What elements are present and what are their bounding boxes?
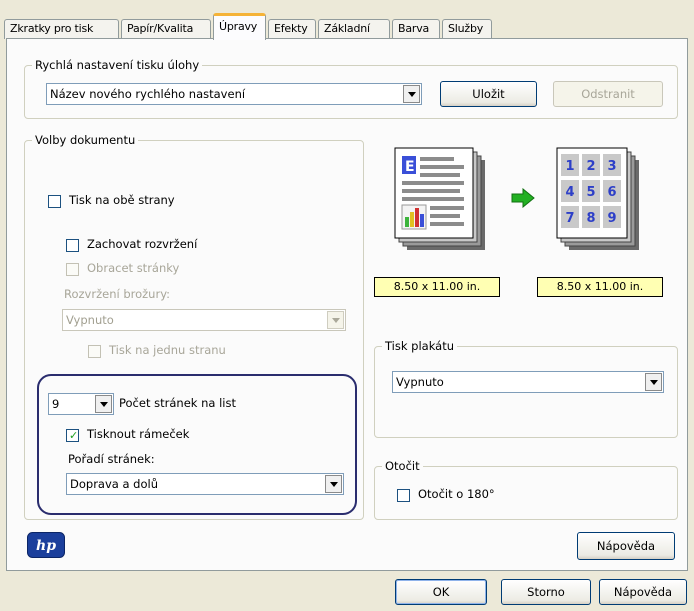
- tab-basics[interactable]: Základní: [318, 19, 390, 39]
- poster-combo[interactable]: Vypnuto: [392, 371, 664, 393]
- source-page-preview: E: [394, 147, 485, 250]
- source-size-label: 8.50 x 11.00 in.: [374, 277, 500, 297]
- booklet-layout-label: Rozvržení brožury:: [64, 287, 171, 301]
- tab-paper-quality[interactable]: Papír/Kvalita: [121, 19, 211, 39]
- grid-number: 4: [565, 185, 574, 200]
- grid-number: 5: [586, 185, 595, 200]
- grid-number: 6: [607, 185, 616, 200]
- chevron-down-icon[interactable]: [325, 475, 342, 493]
- page-order-label: Pořadí stránek:: [68, 452, 155, 466]
- print-border-checkbox[interactable]: ✓: [66, 429, 79, 442]
- grid-number: 9: [607, 211, 616, 226]
- poster-legend: Tisk plakátu: [382, 339, 458, 353]
- chevron-down-icon[interactable]: [645, 373, 662, 391]
- print-one-side-checkbox[interactable]: [88, 345, 101, 358]
- booklet-layout-value: Vypnuto: [66, 313, 114, 327]
- tab-finishing[interactable]: Úpravy: [213, 13, 266, 40]
- target-page-preview: 1 2 3 4 5 6 7 8 9: [556, 147, 639, 250]
- quick-settings-legend: Rychlá nastavení tisku úlohy: [32, 58, 203, 72]
- quick-settings-value: Název nového rychlého nastavení: [50, 87, 246, 101]
- save-button[interactable]: Uložit: [440, 81, 537, 107]
- print-border-label: Tisknout rámeček: [87, 427, 190, 441]
- delete-button[interactable]: Odstranit: [553, 81, 663, 107]
- page-order-combo[interactable]: Doprava a dolů: [66, 473, 344, 495]
- tab-effects[interactable]: Efekty: [268, 19, 316, 39]
- tab-color[interactable]: Barva: [392, 19, 440, 39]
- keep-layout-checkbox[interactable]: [66, 239, 79, 252]
- chevron-down-icon[interactable]: [403, 85, 420, 103]
- ok-button[interactable]: OK: [395, 579, 487, 605]
- tab-services[interactable]: Služby: [442, 19, 492, 39]
- rotate-checkbox[interactable]: [397, 489, 410, 502]
- pages-per-sheet-combo[interactable]: 9: [48, 393, 114, 415]
- grid-number: 7: [565, 211, 574, 226]
- booklet-layout-combo[interactable]: Vypnuto: [62, 309, 346, 331]
- print-one-side-label: Tisk na jednu stranu: [109, 343, 226, 357]
- pages-per-sheet-label: Počet stránek na list: [119, 396, 236, 410]
- pages-per-sheet-value: 9: [52, 397, 60, 411]
- duplex-label: Tisk na obě strany: [69, 193, 175, 207]
- nine-up-grid: 1 2 3 4 5 6 7 8 9: [561, 154, 621, 228]
- flip-pages-label: Obracet stránky: [87, 261, 180, 275]
- quick-settings-combo[interactable]: Název nového rychlého nastavení: [46, 83, 422, 105]
- chevron-down-icon[interactable]: [95, 395, 112, 413]
- grid-number: 2: [586, 159, 595, 174]
- green-right-arrow-icon: [511, 188, 535, 208]
- target-size-label: 8.50 x 11.00 in.: [537, 277, 663, 297]
- hp-logo-icon: hp: [27, 532, 65, 558]
- panel-help-button[interactable]: Nápověda: [577, 532, 675, 560]
- keep-layout-label: Zachovat rozvržení: [87, 237, 198, 251]
- rotate-label: Otočit o 180°: [418, 487, 495, 501]
- grid-number: 3: [607, 159, 616, 174]
- help-button[interactable]: Nápověda: [599, 579, 687, 605]
- duplex-checkbox[interactable]: [48, 195, 61, 208]
- checkmark-icon: ✓: [69, 429, 79, 442]
- tab-print-shortcuts[interactable]: Zkratky pro tisk: [4, 19, 119, 39]
- svg-text:E: E: [405, 159, 415, 175]
- page-order-value: Doprava a dolů: [70, 477, 158, 491]
- poster-value: Vypnuto: [396, 375, 444, 389]
- chevron-down-icon[interactable]: [327, 311, 344, 329]
- flip-pages-checkbox[interactable]: [66, 263, 79, 276]
- tab-strip: Zkratky pro tisk Papír/Kvalita Úpravy Ef…: [4, 13, 564, 40]
- cancel-button[interactable]: Storno: [501, 579, 591, 605]
- rotate-legend: Otočit: [382, 459, 423, 473]
- document-options-legend: Volby dokumentu: [32, 133, 139, 147]
- grid-number: 1: [565, 159, 574, 174]
- svg-text:hp: hp: [36, 538, 56, 554]
- grid-number: 8: [586, 211, 595, 226]
